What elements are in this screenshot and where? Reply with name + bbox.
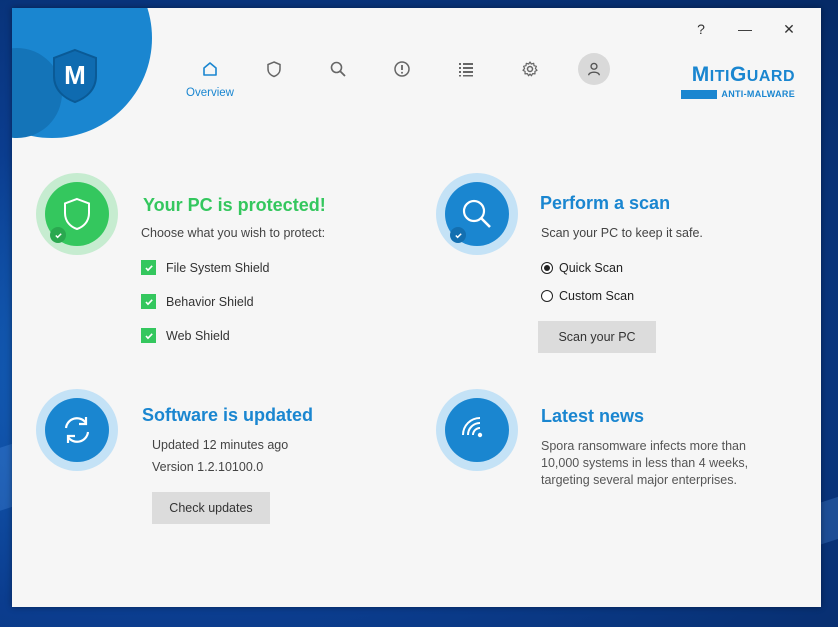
check-updates-button[interactable]: Check updates bbox=[152, 492, 270, 524]
checkbox-checked-icon[interactable] bbox=[141, 328, 156, 343]
scan-title: Perform a scan bbox=[540, 193, 671, 213]
update-title: Software is updated bbox=[142, 405, 314, 425]
app-window: M ? — ✕ Overview MITIGUARD ANTI-MALWARE … bbox=[12, 8, 821, 607]
brand-bar bbox=[681, 89, 718, 99]
search-icon bbox=[462, 199, 491, 228]
minimize-button[interactable]: — bbox=[723, 16, 767, 42]
shield-label: File System Shield bbox=[166, 260, 270, 275]
update-version: Version 1.2.10100.0 bbox=[152, 460, 264, 474]
window-controls: ? — ✕ bbox=[679, 16, 811, 42]
protection-status-icon bbox=[36, 173, 118, 255]
tab-overview[interactable]: Overview bbox=[178, 60, 242, 99]
avatar[interactable] bbox=[578, 53, 610, 85]
feed-icon bbox=[462, 417, 483, 438]
protection-subtitle: Choose what you wish to protect: bbox=[141, 226, 326, 240]
shield-icon bbox=[267, 61, 281, 78]
radio-selected-icon[interactable] bbox=[541, 262, 553, 274]
user-icon bbox=[588, 62, 600, 76]
tab-logs[interactable] bbox=[434, 60, 498, 78]
check-badge-icon bbox=[50, 227, 66, 243]
tab-account[interactable] bbox=[562, 53, 626, 85]
scan-icon-circle bbox=[436, 173, 518, 255]
check-badge-icon bbox=[450, 227, 466, 243]
radio-label: Custom Scan bbox=[559, 289, 635, 303]
help-button[interactable]: ? bbox=[679, 16, 723, 42]
refresh-icon bbox=[64, 417, 90, 443]
gear-icon bbox=[522, 61, 538, 77]
update-time: Updated 12 minutes ago bbox=[152, 438, 289, 452]
alert-icon bbox=[394, 61, 410, 77]
protection-title: Your PC is protected! bbox=[143, 195, 326, 215]
news-title: Latest news bbox=[541, 406, 645, 426]
shield-checkbox-behavior[interactable]: Behavior Shield bbox=[141, 294, 254, 309]
radio-unselected-icon[interactable] bbox=[541, 290, 553, 302]
tab-alerts[interactable] bbox=[370, 60, 434, 78]
svg-text:M: M bbox=[64, 60, 86, 90]
list-icon bbox=[459, 63, 473, 77]
tab-settings[interactable] bbox=[498, 60, 562, 78]
checkbox-checked-icon[interactable] bbox=[141, 294, 156, 309]
update-icon-circle bbox=[36, 389, 118, 471]
news-body[interactable]: Spora ransomware infects more than 10,00… bbox=[541, 438, 781, 489]
tab-protection[interactable] bbox=[242, 60, 306, 78]
brand-name: MITIGUARD bbox=[691, 63, 795, 86]
main-nav: Overview bbox=[178, 53, 626, 99]
scan-subtitle: Scan your PC to keep it safe. bbox=[541, 226, 703, 240]
checkbox-checked-icon[interactable] bbox=[141, 260, 156, 275]
shield-checkbox-web[interactable]: Web Shield bbox=[141, 328, 230, 343]
shield-label: Behavior Shield bbox=[166, 294, 254, 309]
search-icon bbox=[330, 61, 346, 77]
logo-shield-icon: M bbox=[53, 48, 97, 104]
shield-icon bbox=[64, 197, 90, 231]
news-icon-circle bbox=[436, 389, 518, 471]
scan-pc-button[interactable]: Scan your PC bbox=[538, 321, 656, 353]
radio-label: Quick Scan bbox=[559, 261, 623, 275]
shield-checkbox-file-system[interactable]: File System Shield bbox=[141, 260, 270, 275]
tab-overview-label: Overview bbox=[186, 87, 234, 99]
brand-subtitle: ANTI-MALWARE bbox=[721, 89, 795, 99]
shield-label: Web Shield bbox=[166, 328, 230, 343]
radio-custom-scan[interactable]: Custom Scan bbox=[541, 289, 634, 303]
tab-scan[interactable] bbox=[306, 60, 370, 78]
home-icon bbox=[203, 62, 217, 76]
radio-quick-scan[interactable]: Quick Scan bbox=[541, 261, 623, 275]
brand: MITIGUARD ANTI-MALWARE bbox=[681, 64, 795, 99]
close-button[interactable]: ✕ bbox=[767, 16, 811, 42]
